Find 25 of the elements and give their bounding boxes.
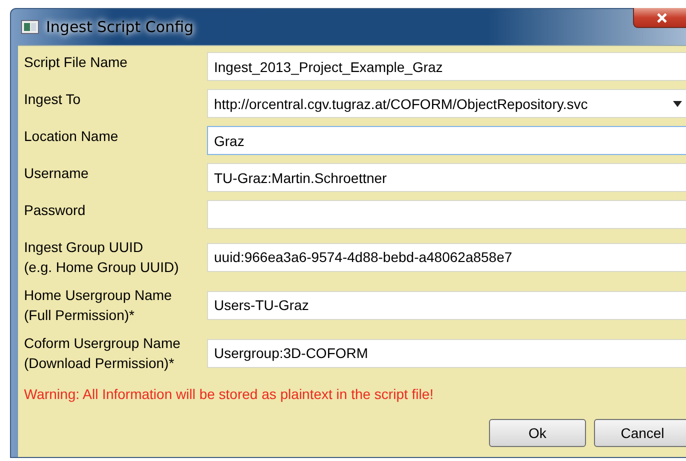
input-field[interactable]: uuid:966ea3a6-9574-4d88-bebd-a48062a858e7	[207, 242, 686, 272]
input-field[interactable]: Users-TU-Graz	[207, 290, 686, 320]
input-field[interactable]: Graz	[207, 126, 686, 155]
dropdown-value: http://orcentral.cgv.tugraz.at/COFORM/ObjectRepository.svc	[214, 96, 588, 112]
field-label: Ingest To	[24, 90, 82, 109]
field-label: Home Usergroup Name (Full Permission)*	[24, 286, 173, 325]
field-label: Script File Name	[24, 53, 128, 72]
input-field[interactable]: Usergroup:3D-COFORM	[207, 338, 686, 368]
cancel-button[interactable]: Cancel	[594, 419, 686, 447]
field-label: Password	[24, 201, 86, 220]
field-label: Location Name	[24, 127, 120, 146]
close-icon	[656, 12, 668, 22]
window-title: Ingest Script Config	[46, 18, 194, 36]
warning-text: Warning: All Information will be stored as plaintext in the script file!	[24, 386, 435, 402]
field-label: Username	[24, 164, 90, 183]
field-label: Coform Usergroup Name (Download Permission)*	[24, 334, 182, 373]
input-field[interactable]: Ingest_2013_Project_Example_Graz	[207, 52, 686, 81]
dropdown[interactable]: http://orcentral.cgv.tugraz.at/COFORM/ObjectRepository.svc	[207, 89, 686, 118]
window-icon	[21, 20, 39, 34]
close-button[interactable]	[633, 8, 686, 28]
caret-icon	[673, 100, 682, 106]
input-field[interactable]: TU-Graz:Martin.Schroettner	[207, 163, 686, 192]
input-field[interactable]	[207, 200, 686, 229]
field-label: Ingest Group UUID (e.g. Home Group UUID)	[24, 238, 180, 277]
ok-button[interactable]: Ok	[489, 419, 586, 447]
